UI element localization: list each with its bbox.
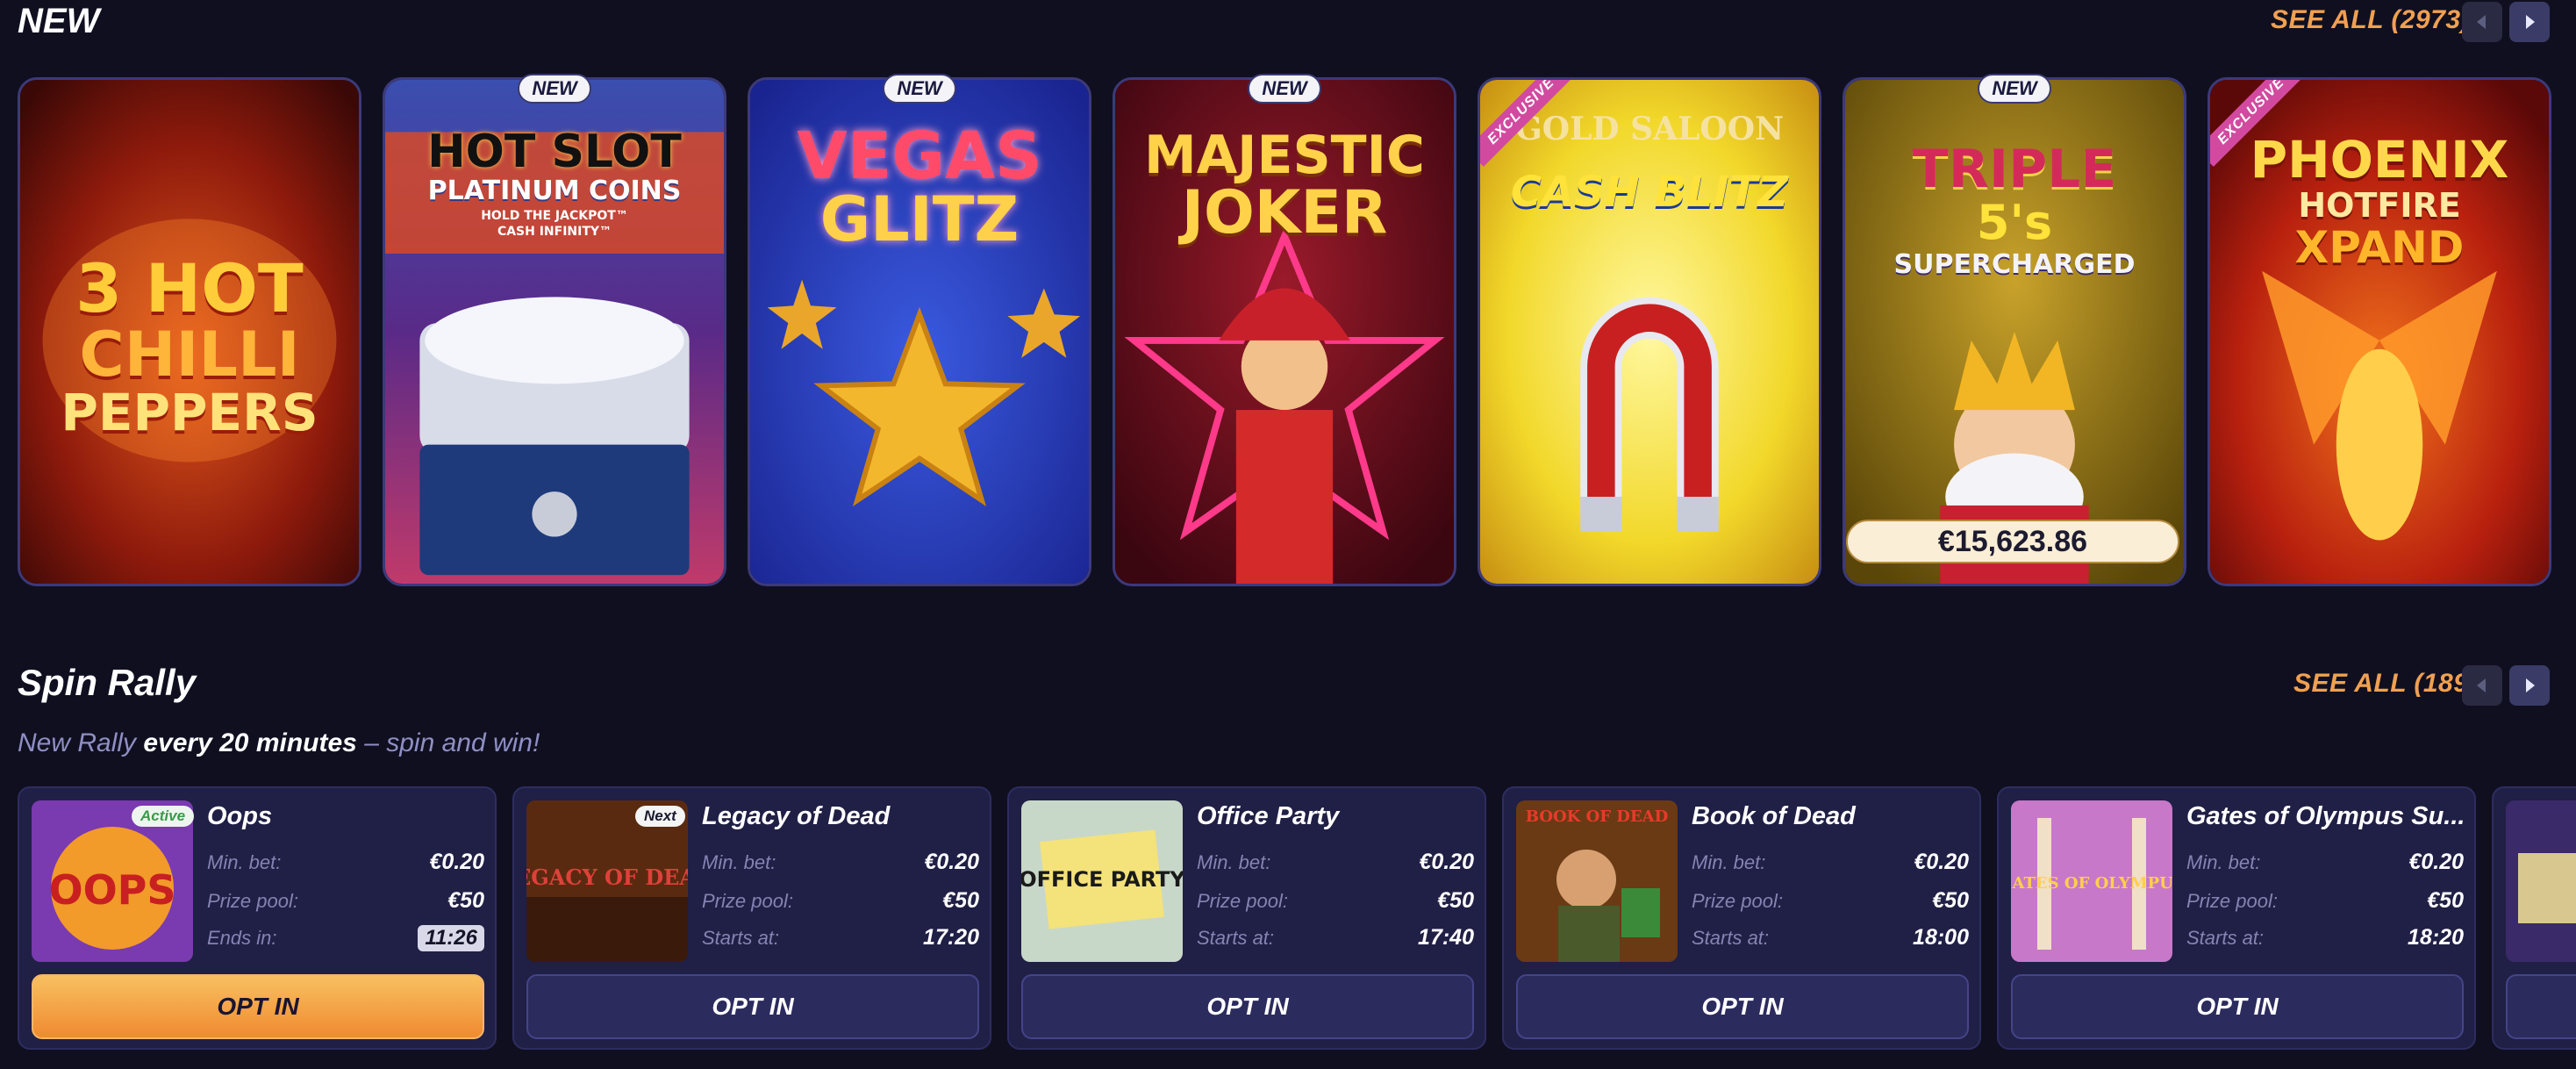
rally-game-name: Oops <box>207 802 273 830</box>
svg-text:OFFICE PARTY: OFFICE PARTY <box>1021 867 1183 892</box>
new-badge: NEW <box>518 74 591 104</box>
game-tile-phoenix-hotfire-xpand[interactable]: PHOENIX HOTFIRE XPAND EXCLUSIVE <box>2207 77 2551 586</box>
chevron-right-icon <box>2526 15 2535 29</box>
game-artwork <box>1480 80 1819 584</box>
game-title-line: 5's <box>1976 195 2053 250</box>
rally-card-partial <box>2492 786 2576 1050</box>
game-title-line: JOKER <box>1181 178 1388 248</box>
min-bet-row: Min. bet: €0.20 <box>1197 850 1474 874</box>
game-title-line: 3 HOT <box>75 249 304 327</box>
rally-status-active: Active <box>132 806 195 827</box>
min-bet-row: Min. bet: €0.20 <box>207 850 484 874</box>
time-row: Starts at: 17:40 <box>1197 925 1474 950</box>
rally-card-book-of-dead: BOOK OF DEAD Book of Dead Min. bet: €0.20… <box>1502 786 1981 1050</box>
game-title-line: HOLD THE JACKPOT™ <box>481 209 628 223</box>
game-title-line: GLITZ <box>819 183 1020 255</box>
game-tile-3-hot-chilli-peppers[interactable]: 3 HOT CHILLI PEPPERS <box>18 77 361 586</box>
prize-pool-row: Prize pool: €50 <box>702 888 979 913</box>
rally-card-office-party: OFFICE PARTY Office Party Min. bet: €0.20… <box>1007 786 1486 1050</box>
min-bet-row: Min. bet: €0.20 <box>1692 850 1969 874</box>
section-title-new: NEW <box>18 2 100 40</box>
game-title-line: PEPPERS <box>61 383 318 442</box>
see-all-rally-link[interactable]: SEE ALL (189) <box>2293 669 2478 699</box>
prize-pool-row: Prize pool: €50 <box>207 888 484 913</box>
game-title-line: MAJESTIC <box>1144 125 1425 186</box>
countdown-timer: 11:26 <box>418 925 484 951</box>
rally-thumbnail[interactable] <box>2506 800 2576 962</box>
rally-subtitle: New Rally every 20 minutes – spin and wi… <box>18 728 540 757</box>
game-title-line: TRIPLE <box>1912 139 2117 200</box>
time-row: Starts at: 17:20 <box>702 925 979 950</box>
time-row: Starts at: 18:20 <box>2186 925 2464 950</box>
see-all-new-link[interactable]: SEE ALL (2973) <box>2271 5 2470 35</box>
jackpot-amount: €15,623.86 <box>1846 520 2179 563</box>
carousel-prev-button[interactable] <box>2462 2 2502 42</box>
new-badge: NEW <box>883 74 956 104</box>
game-title-line: PHOENIX <box>2250 130 2509 190</box>
game-tile-hot-slot-platinum-coins[interactable]: HOT SLOT PLATINUM COINS HOLD THE JACKPOT… <box>383 77 726 586</box>
opt-in-button[interactable]: OPT IN <box>2011 974 2464 1039</box>
game-tile-gold-saloon-cash-blitz[interactable]: GOLD SALOON CASH BLITZ EXCLUSIVE <box>1478 77 1821 586</box>
game-tile-majestic-joker[interactable]: MAJESTIC JOKER <box>1113 77 1456 586</box>
opt-in-button[interactable]: OPT IN <box>1516 974 1969 1039</box>
rally-status-next: Next <box>635 806 685 827</box>
min-bet-row: Min. bet: €0.20 <box>2186 850 2464 874</box>
chevron-right-icon <box>2526 678 2535 692</box>
prize-pool-row: Prize pool: €50 <box>1197 888 1474 913</box>
game-title-line: SUPERCHARGED <box>1893 249 2136 280</box>
svg-text:GATES OF OLYMPUS: GATES OF OLYMPUS <box>2011 874 2172 893</box>
opt-in-button[interactable]: OPT IN <box>1021 974 1474 1039</box>
partial-game-artwork <box>2506 800 2576 962</box>
min-bet-row: Min. bet: €0.20 <box>702 850 979 874</box>
rally-prev-button[interactable] <box>2462 665 2502 706</box>
chevron-left-icon <box>2477 678 2486 692</box>
rally-game-name: Legacy of Dead <box>702 802 891 830</box>
opt-in-button-partial[interactable] <box>2506 974 2576 1039</box>
prize-pool-row: Prize pool: €50 <box>1692 888 1969 913</box>
gates-of-olympus-artwork: GATES OF OLYMPUS <box>2011 800 2172 962</box>
carousel-next-button[interactable] <box>2509 2 2550 42</box>
game-title-line: VEGAS <box>797 118 1042 194</box>
game-title-line: CASH BLITZ <box>1510 168 1789 217</box>
game-tile-triple-5s-supercharged[interactable]: TRIPLE 5's SUPERCHARGED <box>1843 77 2186 586</box>
rally-card-legacy-of-dead: LEGACY OF DEAD Next Legacy of Dead Min. … <box>512 786 991 1050</box>
game-title-line: HOT SLOT <box>427 126 682 178</box>
game-title-line: CHILLI <box>79 319 300 391</box>
rally-next-button[interactable] <box>2509 665 2550 706</box>
rally-card-oops: OOPS Active Oops Min. bet: €0.20 Prize po… <box>18 786 497 1050</box>
opt-in-button[interactable]: OPT IN <box>32 974 484 1039</box>
time-row: Ends in: 11:26 <box>207 925 484 951</box>
rally-thumbnail[interactable]: BOOK OF DEAD <box>1516 800 1678 962</box>
new-badge: NEW <box>1978 74 2051 104</box>
chevron-left-icon <box>2477 15 2486 29</box>
opt-in-button[interactable]: OPT IN <box>526 974 979 1039</box>
game-title-line: PLATINUM COINS <box>427 176 682 206</box>
svg-text:BOOK OF DEAD: BOOK OF DEAD <box>1526 807 1668 826</box>
rally-card-gates-of-olympus: GATES OF OLYMPUS Gates of Olympus Su... … <box>1997 786 2476 1050</box>
book-of-dead-artwork: BOOK OF DEAD <box>1516 800 1678 962</box>
rally-thumbnail[interactable]: OFFICE PARTY <box>1021 800 1183 962</box>
rally-game-name: Book of Dead <box>1692 802 1856 830</box>
game-title-line: HOTFIRE <box>2298 186 2461 225</box>
game-tile-vegas-glitz[interactable]: VEGAS GLITZ <box>748 77 1091 586</box>
game-title-line: CASH INFINITY™ <box>497 225 612 239</box>
time-row: Starts at: 18:00 <box>1692 925 1969 950</box>
game-title-line: XPAND <box>2294 222 2465 273</box>
rally-thumbnail[interactable]: GATES OF OLYMPUS <box>2011 800 2172 962</box>
rally-game-name: Office Party <box>1197 802 1340 830</box>
office-party-artwork: OFFICE PARTY <box>1021 800 1183 962</box>
svg-text:OOPS: OOPS <box>48 866 175 914</box>
new-badge: NEW <box>1248 74 1321 104</box>
svg-text:LEGACY OF DEAD: LEGACY OF DEAD <box>526 865 688 890</box>
prize-pool-row: Prize pool: €50 <box>2186 888 2464 913</box>
rally-game-name: Gates of Olympus Su... <box>2186 802 2465 830</box>
section-title-spin-rally: Spin Rally <box>18 662 197 703</box>
